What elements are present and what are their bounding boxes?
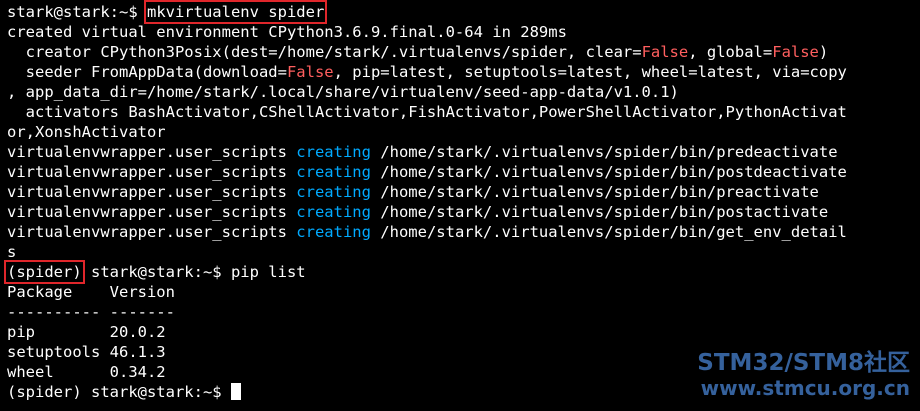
highlighted-text: mkvirtualenv spider [143,0,328,24]
terminal-line: , app_data_dir=/home/stark/.local/share/… [7,82,917,102]
terminal-line: virtualenvwrapper.user_scripts creating … [7,182,917,202]
terminal-text: wheel 0.34.2 [7,363,166,381]
terminal-text: pip 20.0.2 [7,323,166,341]
terminal-line: (spider) stark@stark:~$ pip list [4,260,917,284]
terminal-text: virtualenvwrapper.user_scripts [7,143,297,161]
terminal-line: virtualenvwrapper.user_scripts creating … [7,202,917,222]
terminal-text: s [7,243,17,261]
terminal-line: virtualenvwrapper.user_scripts creating … [7,162,917,182]
terminal-text: creating [296,203,371,221]
terminal-text: virtualenvwrapper.user_scripts [7,223,297,241]
terminal-text: virtualenvwrapper.user_scripts [7,163,297,181]
terminal-line: ---------- ------- [7,302,917,322]
terminal-text: /home/stark/.virtualenvs/spider/bin/prea… [370,183,819,201]
terminal-line: created virtual environment CPython3.6.9… [7,22,917,42]
terminal-text: /home/stark/.virtualenvs/spider/bin/post… [370,163,847,181]
terminal-line: activators BashActivator,CShellActivator… [7,102,917,122]
terminal-output: stark@stark:~$ mkvirtualenv spider create… [4,0,917,402]
terminal-text: , global= [688,43,773,61]
terminal-line: Package Version [7,282,917,302]
terminal-text: stark@stark:~$ pip list [81,263,306,281]
terminal-text: , pip=latest, setuptools=latest, wheel=l… [333,63,847,81]
terminal-text: virtualenvwrapper.user_scripts [7,203,297,221]
terminal-line: stark@stark:~$ mkvirtualenv spider [7,0,917,24]
terminal-cursor[interactable] [230,383,241,400]
terminal-text: virtualenvwrapper.user_scripts [7,183,297,201]
terminal-line: s [7,242,917,262]
terminal-text: seeder FromAppData(download= [7,63,287,81]
watermark: STM32/STM8社区 www.stmcu.org.cn [697,350,910,400]
terminal-text: , app_data_dir=/home/stark/.local/share/… [7,83,679,101]
watermark-url: www.stmcu.org.cn [700,376,910,400]
terminal-text: False [286,63,334,81]
terminal-text: ) [818,43,829,61]
terminal-text: ---------- ------- [7,303,175,321]
terminal-line: virtualenvwrapper.user_scripts creating … [7,222,917,242]
terminal-text: Package Version [7,283,175,301]
terminal-text: /home/stark/.virtualenvs/spider/bin/get_… [370,223,847,241]
terminal-line: or,XonshActivator [7,122,917,142]
terminal-text: activators BashActivator,CShellActivator… [7,103,847,121]
terminal-text: creator CPython3Posix(dest=/home/stark/.… [7,43,642,61]
terminal-text: creating [296,143,371,161]
terminal-line: virtualenvwrapper.user_scripts creating … [7,142,917,162]
terminal-line: seeder FromAppData(download=False, pip=l… [7,62,917,82]
terminal-text: created virtual environment CPython3.6.9… [7,23,567,41]
terminal-text: False [772,43,819,61]
terminal-text: creating [296,163,371,181]
terminal-text: False [641,43,689,61]
watermark-title: STM32/STM8社区 [697,350,910,376]
terminal-text: or,XonshActivator [7,123,166,141]
terminal-line: creator CPython3Posix(dest=/home/stark/.… [7,42,917,62]
terminal-text: (spider) stark@stark:~$ [7,383,231,401]
terminal-text: creating [296,223,371,241]
highlighted-text: (spider) [4,260,85,284]
terminal-line: pip 20.0.2 [7,322,917,342]
terminal-window[interactable]: stark@stark:~$ mkvirtualenv spider create… [0,0,920,411]
terminal-text: creating [296,183,371,201]
terminal-text: setuptools 46.1.3 [7,343,166,361]
terminal-text: /home/stark/.virtualenvs/spider/bin/pred… [370,143,838,161]
terminal-text: /home/stark/.virtualenvs/spider/bin/post… [370,203,829,221]
terminal-text: stark@stark:~$ [7,3,147,21]
